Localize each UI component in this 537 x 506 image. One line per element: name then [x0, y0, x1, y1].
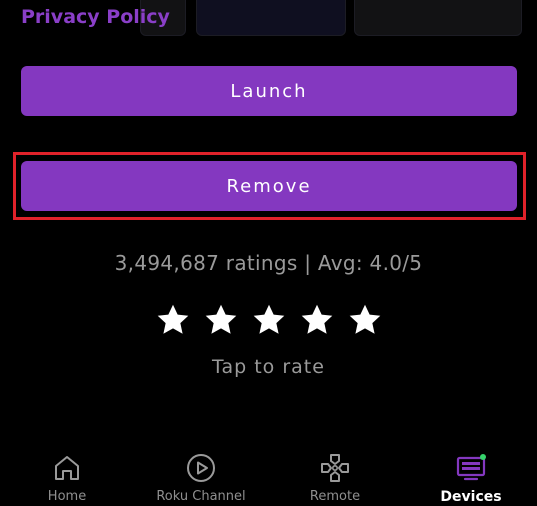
- privacy-policy-link[interactable]: Privacy Policy: [21, 6, 170, 28]
- nav-item-home[interactable]: Home: [0, 440, 134, 506]
- star-icon[interactable]: [155, 302, 191, 338]
- home-icon: [55, 456, 79, 480]
- remove-button[interactable]: Remove: [21, 161, 517, 211]
- featured-thumbnail[interactable]: [354, 0, 522, 36]
- tap-to-rate-label: Tap to rate: [212, 356, 325, 378]
- bottom-navigation: Home Roku Channel Remote Devices: [0, 440, 537, 506]
- nav-item-label: Home: [47, 489, 87, 504]
- launch-button[interactable]: Launch: [21, 66, 517, 116]
- tv-icon: [456, 454, 486, 481]
- nav-item-roku-channel[interactable]: Roku Channel: [134, 440, 268, 506]
- star-icon[interactable]: [203, 302, 239, 338]
- play-icon: [187, 454, 215, 482]
- nav-item-label: Remote: [309, 489, 361, 504]
- star-icon[interactable]: [347, 302, 383, 338]
- app-screen: Privacy Policy Launch Remove 3,494,687 r…: [0, 0, 537, 506]
- nav-item-devices[interactable]: Devices: [404, 440, 537, 506]
- nav-item-remote[interactable]: Remote: [268, 440, 402, 506]
- nav-item-label: Roku Channel: [156, 489, 246, 504]
- remote-dpad-icon: [321, 454, 349, 482]
- star-icon[interactable]: [251, 302, 287, 338]
- star-rating[interactable]: [0, 302, 537, 338]
- star-icon[interactable]: [299, 302, 335, 338]
- featured-thumbnail[interactable]: [196, 0, 346, 36]
- ratings-summary: 3,494,687 ratings | Avg: 4.0/5: [114, 251, 423, 275]
- nav-item-label: Devices: [440, 489, 502, 505]
